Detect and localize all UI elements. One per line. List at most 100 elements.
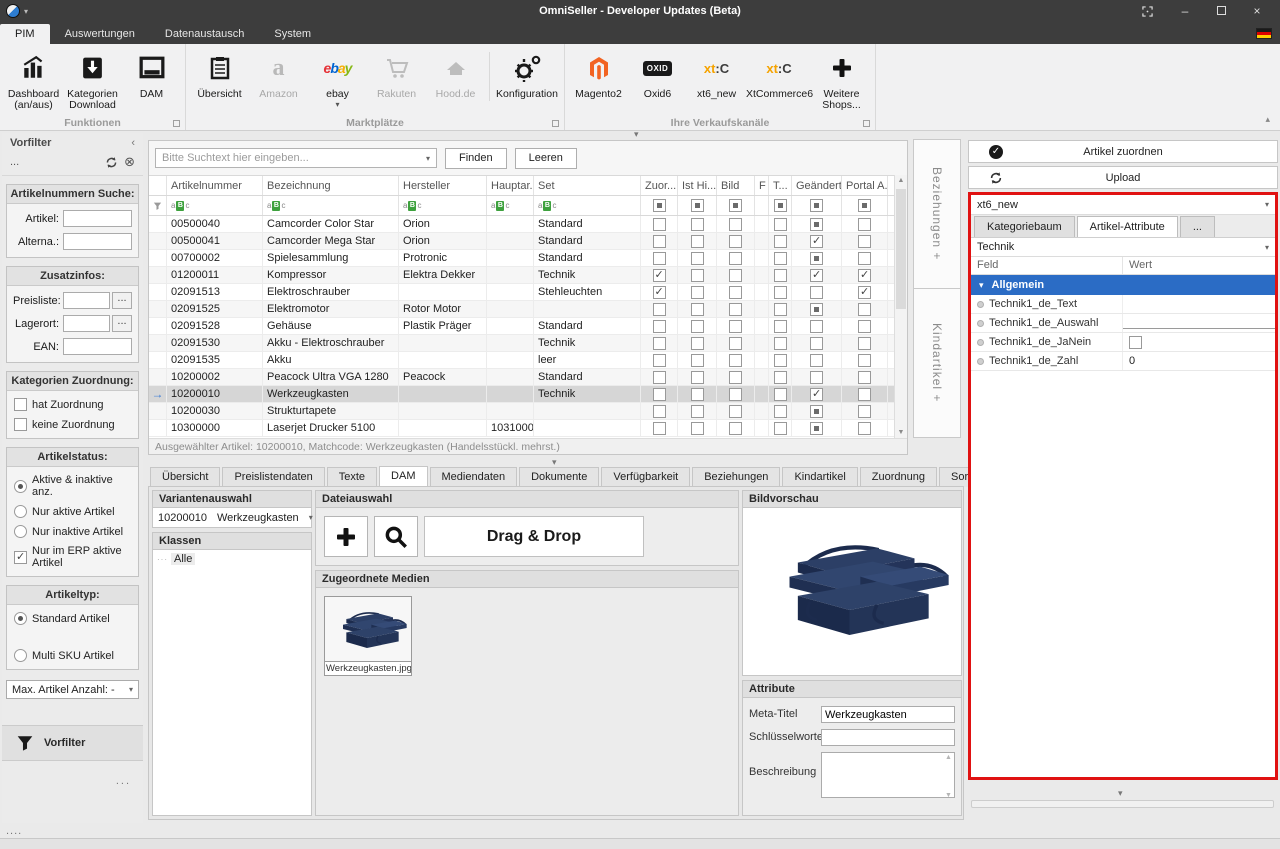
feld-column-header[interactable]: Feld xyxy=(971,257,1123,274)
cell-portal[interactable] xyxy=(842,301,888,317)
row-checkbox[interactable] xyxy=(691,252,704,265)
row-checkbox[interactable] xyxy=(810,320,823,333)
cell-bild[interactable] xyxy=(717,369,755,385)
splitter-collapse-icon[interactable]: ▾ xyxy=(1118,788,1123,799)
fullscreen-button[interactable] xyxy=(1142,6,1156,17)
ribbon-item-oxid6[interactable]: OXID Oxid6 xyxy=(628,50,687,111)
cell-isthi[interactable] xyxy=(678,352,717,368)
cell-bezeichnung[interactable]: Elektromotor xyxy=(263,301,399,317)
tab-more[interactable]: ... xyxy=(1180,216,1215,237)
tab-kategoriebaum[interactable]: Kategoriebaum xyxy=(974,216,1075,237)
varianten-select[interactable]: 10200010 Werkzeugkasten ▾ xyxy=(152,508,312,528)
cell-bild[interactable] xyxy=(717,250,755,266)
menu-tab-datenaustausch[interactable]: Datenaustausch xyxy=(150,24,260,44)
row-checkbox[interactable] xyxy=(810,269,823,282)
ribbon-item-magento2[interactable]: Magento2 xyxy=(569,50,628,111)
tab-artikel-attribute[interactable]: Artikel-Attribute xyxy=(1077,216,1178,237)
cell-bezeichnung[interactable]: Camcorder Mega Star xyxy=(263,233,399,249)
filter-artikelnummer[interactable]: aBc xyxy=(167,196,263,215)
cell-isthi[interactable] xyxy=(678,267,717,283)
table-row[interactable]: 02091513ElektroschrauberStehleuchten xyxy=(149,284,894,301)
cell-isthi[interactable] xyxy=(678,403,717,419)
cell-set[interactable]: Technik xyxy=(534,386,641,402)
maximize-button[interactable] xyxy=(1214,4,1228,18)
row-checkbox[interactable] xyxy=(729,337,742,350)
nur-inaktive-radio[interactable] xyxy=(14,525,27,538)
cell-set[interactable]: Stehleuchten xyxy=(534,284,641,300)
filter-t[interactable] xyxy=(769,196,792,215)
cell-isthi[interactable] xyxy=(678,301,717,317)
row-checkbox[interactable] xyxy=(729,422,742,435)
row-checkbox[interactable] xyxy=(653,354,666,367)
cell-geaendert[interactable] xyxy=(792,318,842,334)
attribute-name-cell[interactable]: Technik1_de_Zahl xyxy=(971,352,1123,370)
cell-set[interactable]: Standard xyxy=(534,369,641,385)
cell-artikelnummer[interactable]: 02091530 xyxy=(167,335,263,351)
table-row[interactable]: 00700002SpielesammlungProtronicStandard xyxy=(149,250,894,267)
cell-bild[interactable] xyxy=(717,318,755,334)
cell-isthi[interactable] xyxy=(678,318,717,334)
cell-isthi[interactable] xyxy=(678,386,717,402)
row-checkbox[interactable] xyxy=(653,218,666,231)
tab-kindartikel[interactable]: Kindartikel xyxy=(782,467,857,487)
cell-hersteller[interactable]: Plastik Präger xyxy=(399,318,487,334)
row-checkbox[interactable] xyxy=(691,218,704,231)
cell-geaendert[interactable] xyxy=(792,369,842,385)
filter-bezeichnung[interactable]: aBc xyxy=(263,196,399,215)
table-row[interactable]: 10200002Peacock Ultra VGA 1280PeacockSta… xyxy=(149,369,894,386)
dialog-launcher-icon[interactable] xyxy=(173,120,180,127)
row-checkbox[interactable] xyxy=(810,371,823,384)
filter-geaendert[interactable] xyxy=(792,196,842,215)
dialog-launcher-icon[interactable] xyxy=(552,120,559,127)
cell-hauptar[interactable]: 10310000 xyxy=(487,420,534,436)
ribbon-item-uebersicht[interactable]: Übersicht xyxy=(190,50,249,109)
search-file-button[interactable] xyxy=(374,516,418,557)
cell-set[interactable]: Standard xyxy=(534,216,641,232)
attribute-value-cell[interactable] xyxy=(1123,295,1275,313)
meta-titel-input[interactable] xyxy=(821,706,955,723)
row-checkbox[interactable] xyxy=(810,286,823,299)
cell-zuor[interactable] xyxy=(641,250,678,266)
ribbon-item-amazon[interactable]: a Amazon xyxy=(249,50,308,109)
cell-bild[interactable] xyxy=(717,403,755,419)
cell-geaendert[interactable] xyxy=(792,233,842,249)
row-checkbox[interactable] xyxy=(691,286,704,299)
row-checkbox[interactable] xyxy=(774,269,787,282)
table-row[interactable]: 02091535Akkuleer xyxy=(149,352,894,369)
cell-bild[interactable] xyxy=(717,335,755,351)
tab-dam[interactable]: DAM xyxy=(379,466,427,487)
cell-geaendert[interactable] xyxy=(792,420,842,436)
aktive-inaktive-radio[interactable] xyxy=(14,480,27,493)
cell-artikelnummer[interactable]: 10200030 xyxy=(167,403,263,419)
cell-hersteller[interactable]: Orion xyxy=(399,216,487,232)
cell-t[interactable] xyxy=(769,369,792,385)
column-header-set[interactable]: Set xyxy=(534,176,641,195)
cell-bezeichnung[interactable]: Spielesammlung xyxy=(263,250,399,266)
row-checkbox[interactable] xyxy=(653,303,666,316)
row-checkbox[interactable] xyxy=(653,388,666,401)
row-checkbox[interactable] xyxy=(858,218,871,231)
cell-bezeichnung[interactable]: Kompressor xyxy=(263,267,399,283)
filter-zuor[interactable] xyxy=(641,196,678,215)
attribute-value-cell[interactable]: 0 xyxy=(1123,352,1275,370)
cell-zuor[interactable] xyxy=(641,267,678,283)
row-checkbox[interactable] xyxy=(774,286,787,299)
row-checkbox[interactable] xyxy=(691,354,704,367)
minimize-button[interactable]: – xyxy=(1178,4,1192,18)
cell-bild[interactable] xyxy=(717,420,755,436)
row-checkbox[interactable] xyxy=(691,371,704,384)
cell-bild[interactable] xyxy=(717,301,755,317)
column-header-hersteller[interactable]: Hersteller xyxy=(399,176,487,195)
cell-f[interactable] xyxy=(755,233,769,249)
cell-set[interactable]: Technik xyxy=(534,267,641,283)
cell-hersteller[interactable] xyxy=(399,335,487,351)
cell-t[interactable] xyxy=(769,403,792,419)
drag-drop-zone[interactable]: Drag & Drop xyxy=(424,516,644,557)
row-checkbox[interactable] xyxy=(729,405,742,418)
ribbon-item-xtcommerce6[interactable]: xt:C XtCommerce6 xyxy=(746,50,812,111)
cell-zuor[interactable] xyxy=(641,284,678,300)
row-checkbox[interactable] xyxy=(774,252,787,265)
cell-bezeichnung[interactable]: Peacock Ultra VGA 1280 xyxy=(263,369,399,385)
cell-portal[interactable] xyxy=(842,318,888,334)
find-button[interactable]: Finden xyxy=(445,148,507,169)
